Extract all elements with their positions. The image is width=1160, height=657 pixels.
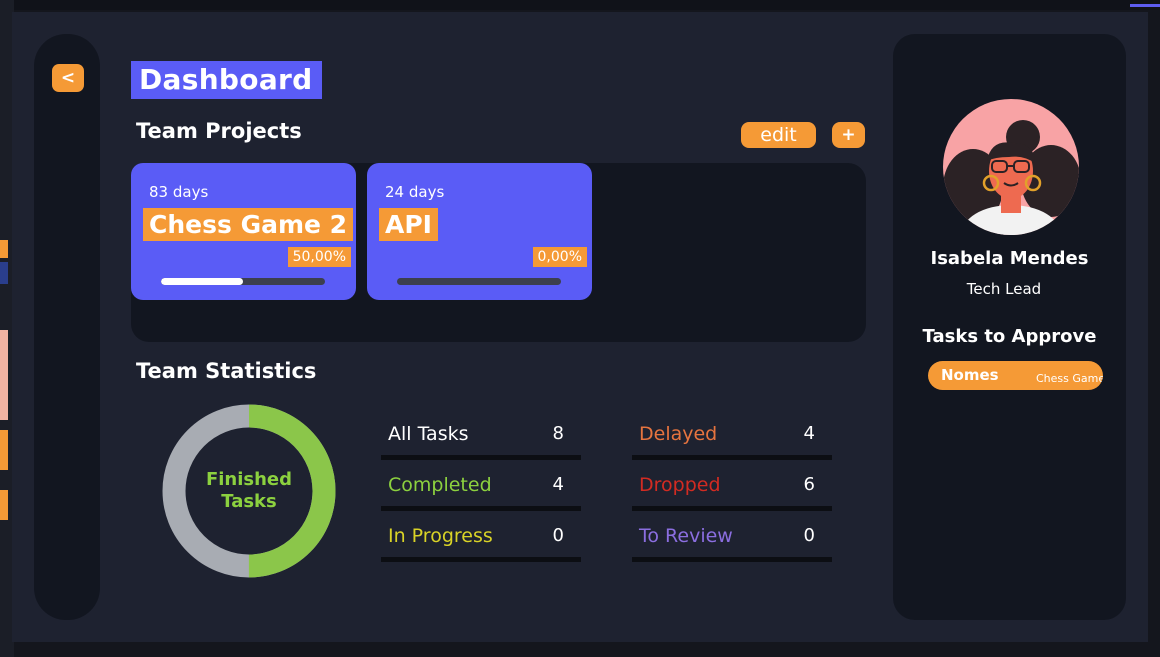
desktop-fragment xyxy=(0,240,8,258)
finished-tasks-donut: Finished Tasks xyxy=(162,404,336,578)
stat-value: 8 xyxy=(552,423,564,444)
approve-task-item[interactable]: Nomes Chess Game 2 xyxy=(928,361,1103,390)
stat-label: In Progress xyxy=(388,525,493,547)
edit-button[interactable]: edit xyxy=(741,122,816,148)
desktop-fragment xyxy=(0,330,8,420)
desktop-fragment xyxy=(0,262,8,284)
stat-value: 0 xyxy=(803,525,815,546)
desktop-top-strip xyxy=(0,0,1160,10)
donut-label-line1: Finished xyxy=(205,469,293,490)
project-percent: 50,00% xyxy=(287,247,351,267)
desktop-fragment xyxy=(0,430,8,470)
project-percent: 0,00% xyxy=(532,247,587,267)
team-statistics-title: Team Statistics xyxy=(136,359,317,383)
app-window: < Dashboard Team Projects edit + 83 days… xyxy=(12,12,1148,642)
projects-panel: 83 days Chess Game 2 50,00% 24 days API … xyxy=(131,163,866,342)
desktop-fragment xyxy=(0,490,8,520)
stat-row-delayed: Delayed 4 xyxy=(632,411,832,460)
project-name: API xyxy=(379,208,438,241)
page-title: Dashboard xyxy=(131,61,323,99)
project-progress-bar xyxy=(161,278,325,285)
stat-label: All Tasks xyxy=(388,423,469,445)
profile-role: Tech Lead xyxy=(966,280,1042,298)
profile-panel: Isabela Mendes Tech Lead Tasks to Approv… xyxy=(893,34,1126,620)
stat-row-all-tasks: All Tasks 8 xyxy=(381,411,581,460)
project-progress-fill xyxy=(161,278,243,285)
stat-row-in-progress: In Progress 0 xyxy=(381,513,581,562)
stat-label: Dropped xyxy=(639,474,721,496)
project-progress-bar xyxy=(397,278,561,285)
project-name: Chess Game 2 xyxy=(143,208,354,241)
team-projects-title: Team Projects xyxy=(136,119,302,143)
tasks-to-approve-title: Tasks to Approve xyxy=(922,326,1097,347)
left-sidebar: < xyxy=(34,34,100,620)
stat-row-to-review: To Review 0 xyxy=(632,513,832,562)
avatar xyxy=(943,99,1079,235)
stat-value: 4 xyxy=(803,423,815,444)
stat-row-completed: Completed 4 xyxy=(381,462,581,511)
profile-name: Isabela Mendes xyxy=(930,248,1089,269)
donut-label: Finished Tasks xyxy=(162,404,336,578)
avatar-illustration xyxy=(943,120,1079,235)
approve-task-project: Chess Game 2 xyxy=(1036,372,1103,385)
project-days: 24 days xyxy=(385,183,445,201)
stat-value: 4 xyxy=(552,474,564,495)
stat-row-dropped: Dropped 6 xyxy=(632,462,832,511)
project-card[interactable]: 24 days API 0,00% xyxy=(367,163,592,300)
add-project-button[interactable]: + xyxy=(832,122,865,148)
desktop-accent xyxy=(1130,4,1160,7)
stat-label: Delayed xyxy=(639,423,718,445)
project-card[interactable]: 83 days Chess Game 2 50,00% xyxy=(131,163,356,300)
back-button[interactable]: < xyxy=(52,64,84,92)
stat-value: 6 xyxy=(803,474,815,495)
stat-label: Completed xyxy=(388,474,492,496)
stat-value: 0 xyxy=(552,525,564,546)
approve-task-name: Nomes xyxy=(941,366,999,384)
project-days: 83 days xyxy=(149,183,209,201)
donut-label-line2: Tasks xyxy=(221,491,277,512)
stat-label: To Review xyxy=(639,525,733,547)
